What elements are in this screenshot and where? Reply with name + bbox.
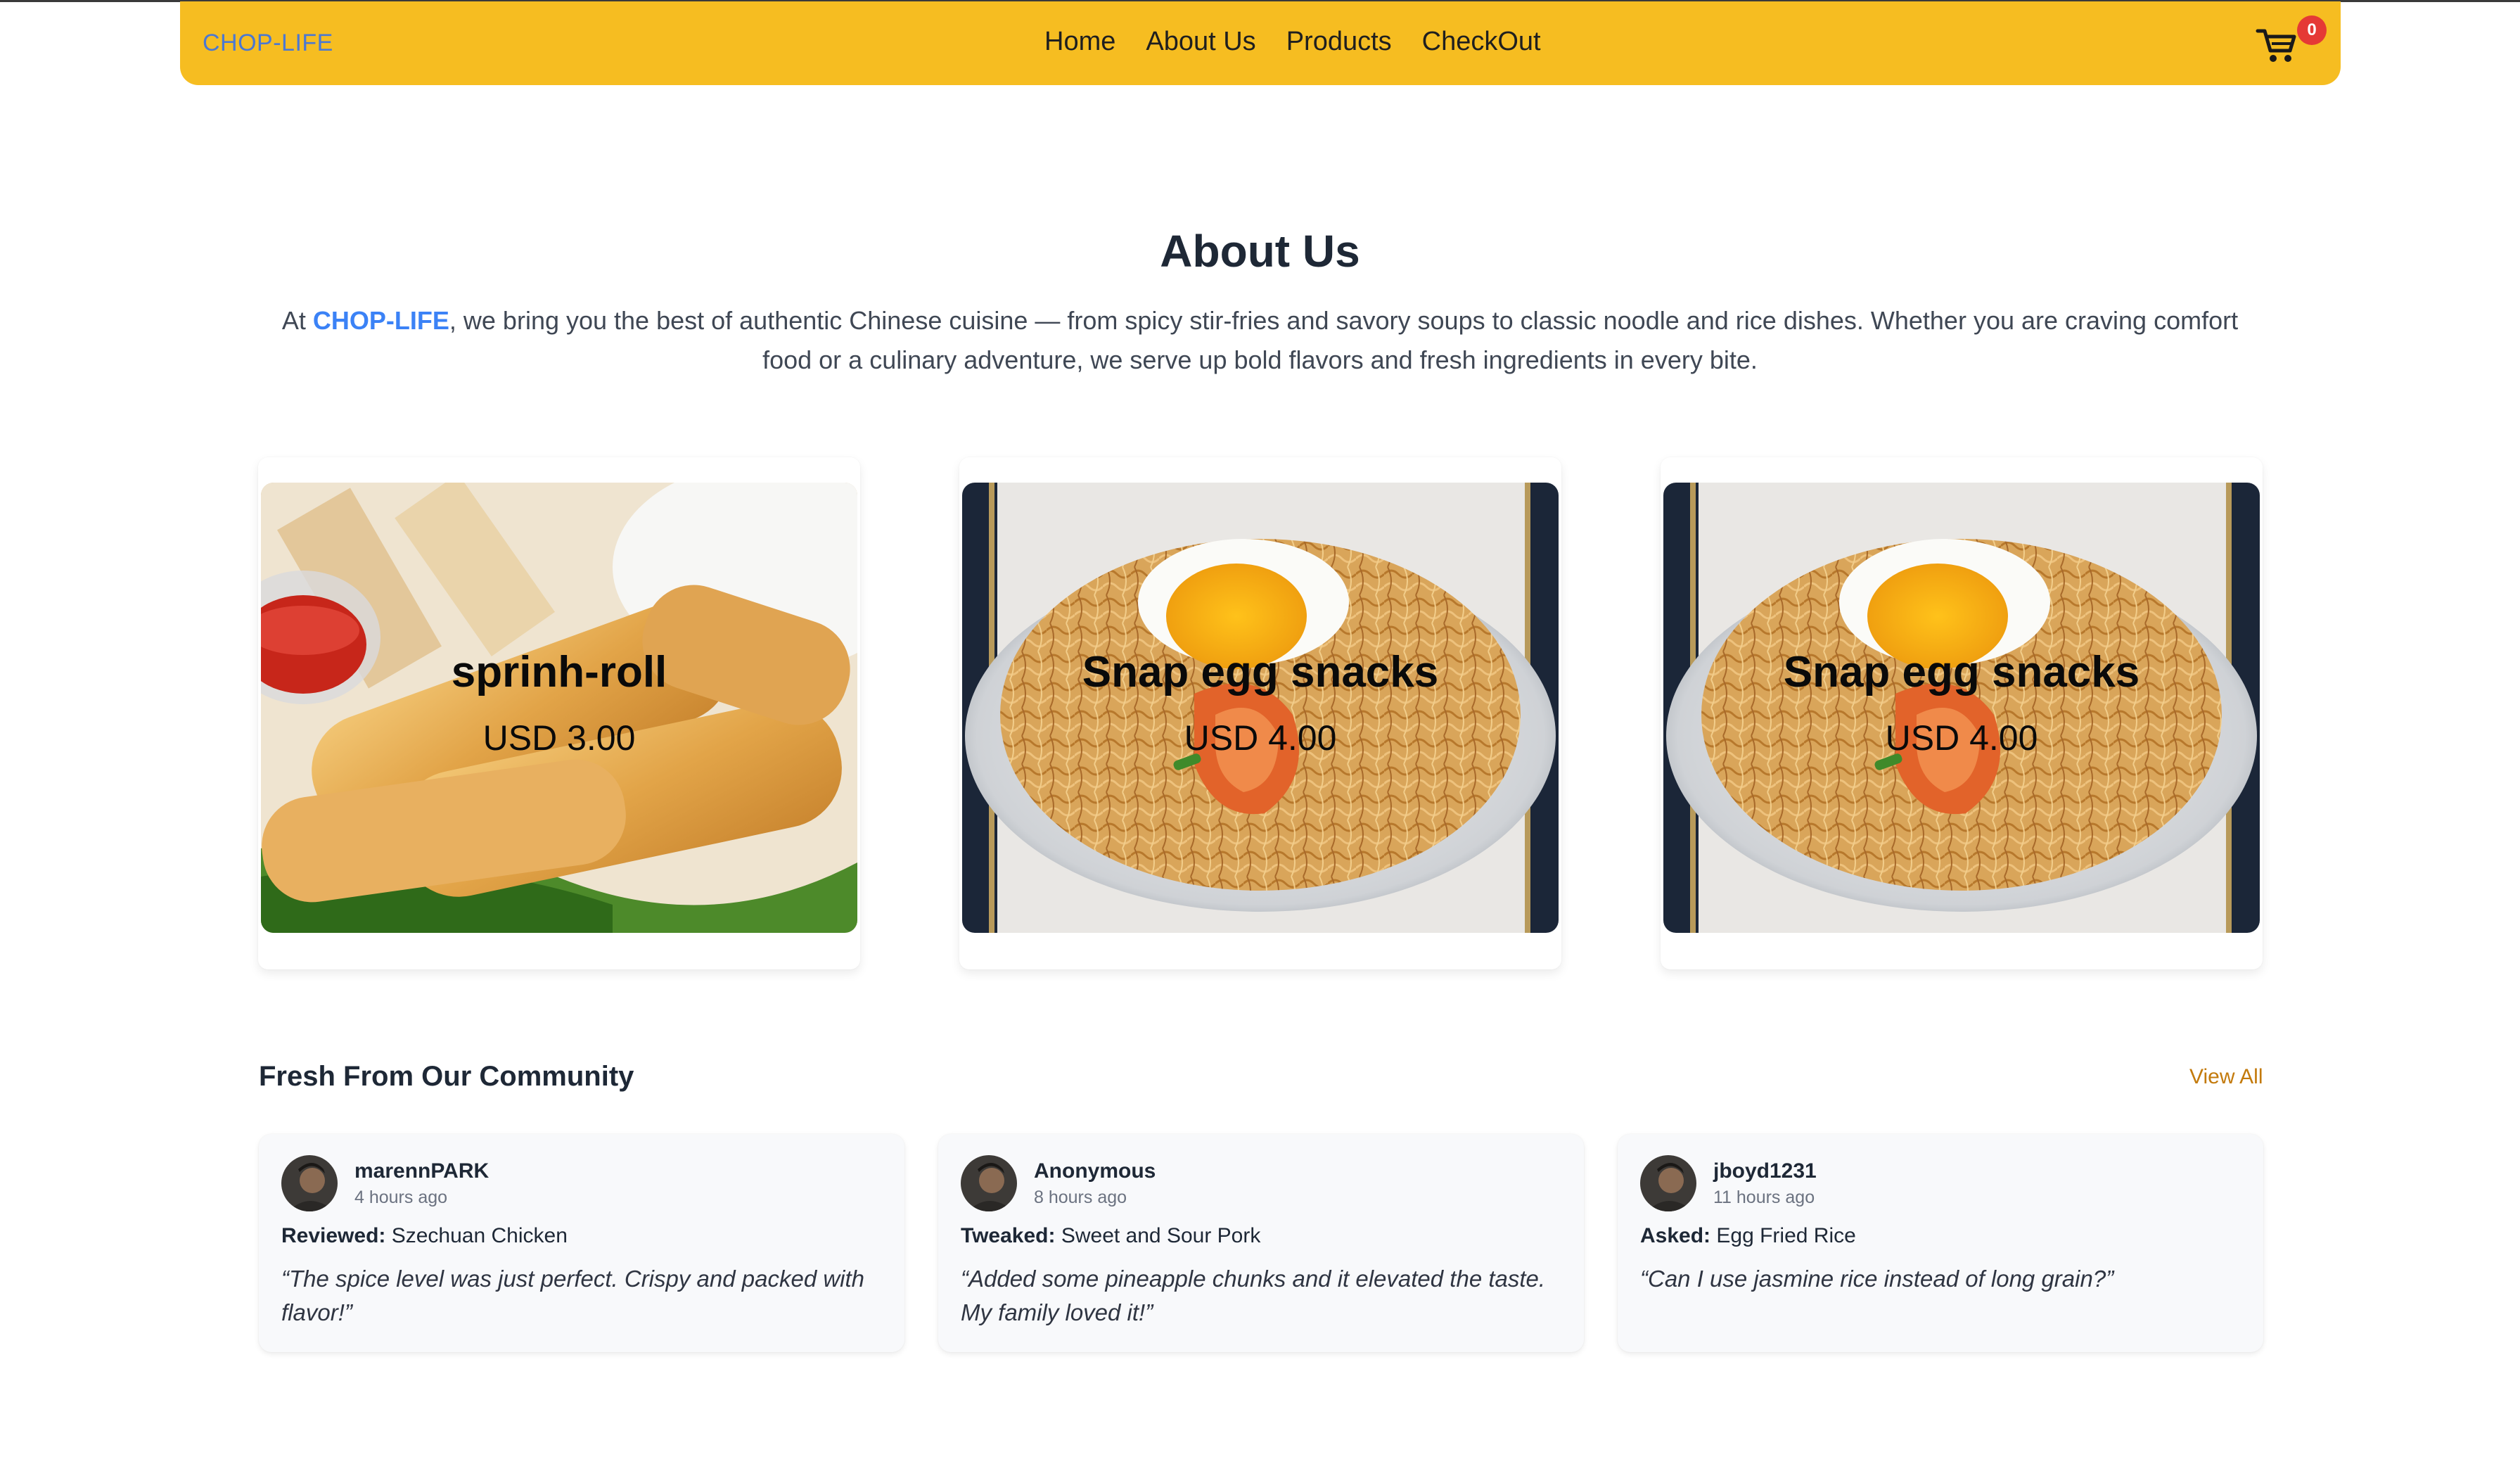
post-username: Anonymous bbox=[1034, 1159, 1156, 1183]
about-description: At CHOP-LIFE, we bring you the best of a… bbox=[260, 301, 2260, 380]
post-quote: “The spice level was just perfect. Crisp… bbox=[281, 1266, 865, 1325]
about-title: About Us bbox=[1160, 226, 1360, 276]
about-text-prefix: At bbox=[281, 306, 313, 335]
nav-links: Home About Us Products CheckOut bbox=[1044, 27, 1571, 57]
product-card[interactable]: Snap egg snacks USD 4.00 bbox=[959, 457, 1561, 969]
community-post-card[interactable]: jboyd1231 11 hours ago Asked: Egg Fried … bbox=[1618, 1134, 2263, 1352]
post-action: Tweaked: Sweet and Sour Pork bbox=[961, 1224, 1260, 1248]
nav-link-home[interactable]: Home bbox=[1044, 27, 1115, 57]
post-action: Reviewed: Szechuan Chicken bbox=[281, 1224, 568, 1248]
product-price: USD 3.00 bbox=[482, 718, 636, 758]
navbar: CHOP-LIFE Home About Us Products CheckOu… bbox=[180, 1, 2341, 85]
post-quote: “Added some pineapple chunks and it elev… bbox=[961, 1266, 1546, 1325]
product-name: Snap egg snacks bbox=[1082, 648, 1439, 696]
product-price: USD 4.00 bbox=[1184, 718, 1337, 758]
cart-icon[interactable] bbox=[2255, 25, 2300, 65]
post-action-verb: Asked: bbox=[1640, 1224, 1711, 1247]
egg-noodle-image bbox=[1663, 483, 2260, 933]
post-dish: Szechuan Chicken bbox=[391, 1224, 568, 1247]
about-brand-highlight: CHOP-LIFE bbox=[312, 306, 449, 335]
avatar bbox=[281, 1155, 338, 1211]
about-text-body: , we bring you the best of authentic Chi… bbox=[449, 306, 2239, 374]
community-title: Fresh From Our Community bbox=[259, 1061, 634, 1092]
view-all-link[interactable]: View All bbox=[2189, 1065, 2263, 1089]
avatar bbox=[961, 1155, 1017, 1211]
post-action: Asked: Egg Fried Rice bbox=[1640, 1224, 1856, 1248]
community-post-card[interactable]: Anonymous 8 hours ago Tweaked: Sweet and… bbox=[938, 1134, 1584, 1352]
post-username: marennPARK bbox=[354, 1159, 490, 1183]
spring-roll-image bbox=[261, 483, 857, 933]
post-dish: Sweet and Sour Pork bbox=[1061, 1224, 1261, 1247]
product-card[interactable]: Snap egg snacks USD 4.00 bbox=[1661, 457, 2263, 969]
product-name: sprinh-roll bbox=[451, 648, 667, 696]
post-action-verb: Reviewed: bbox=[281, 1224, 386, 1247]
post-dish: Egg Fried Rice bbox=[1716, 1224, 1856, 1247]
nav-link-about[interactable]: About Us bbox=[1146, 27, 1255, 57]
post-timestamp: 8 hours ago bbox=[1034, 1188, 1127, 1207]
post-timestamp: 4 hours ago bbox=[354, 1188, 448, 1207]
egg-noodle-image bbox=[962, 483, 1559, 933]
community-post-card[interactable]: marennPARK 4 hours ago Reviewed: Szechua… bbox=[259, 1134, 904, 1352]
nav-link-checkout[interactable]: CheckOut bbox=[1422, 27, 1541, 57]
avatar bbox=[1640, 1155, 1696, 1211]
post-quote: “Can I use jasmine rice instead of long … bbox=[1640, 1266, 2114, 1292]
product-name: Snap egg snacks bbox=[1783, 648, 2140, 696]
product-card[interactable]: sprinh-roll USD 3.00 bbox=[258, 457, 860, 969]
post-timestamp: 11 hours ago bbox=[1713, 1188, 1815, 1207]
post-action-verb: Tweaked: bbox=[961, 1224, 1056, 1247]
cart-count-badge: 0 bbox=[2297, 15, 2327, 45]
nav-link-products[interactable]: Products bbox=[1286, 27, 1392, 57]
post-username: jboyd1231 bbox=[1713, 1159, 1817, 1183]
product-price: USD 4.00 bbox=[1885, 718, 2038, 758]
brand-logo[interactable]: CHOP-LIFE bbox=[203, 30, 333, 57]
